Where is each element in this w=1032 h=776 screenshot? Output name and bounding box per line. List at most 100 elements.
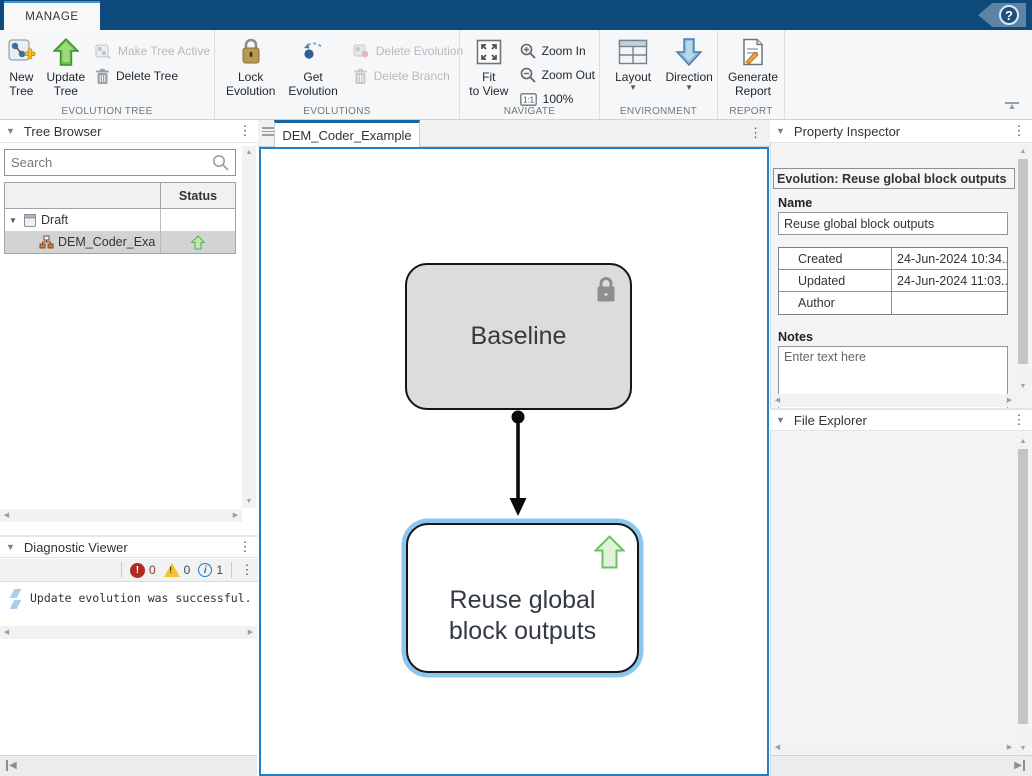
evolution-canvas[interactable]: Baseline Reuse global block outputs xyxy=(259,147,769,776)
tree-row-draft-label: Draft xyxy=(41,213,68,227)
fit-to-view-button[interactable]: Fitto View xyxy=(469,36,509,98)
tab-grip-icon[interactable] xyxy=(262,127,274,136)
info-marker-icon xyxy=(10,589,22,598)
diagnostic-viewer-collapse-icon[interactable]: ▼ xyxy=(6,542,15,552)
error-filter-button[interactable]: ! 0 xyxy=(130,563,156,578)
node-reuse-global-block-outputs[interactable]: Reuse global block outputs xyxy=(406,523,639,673)
zoom-in-icon xyxy=(520,43,536,59)
make-tree-active-button[interactable]: Make Tree Active xyxy=(95,42,210,60)
section-label-report: REPORT xyxy=(718,106,784,117)
tree-node-icon xyxy=(39,235,54,249)
table-row: Created 24-Jun-2024 10:34... xyxy=(779,248,1007,270)
file-explorer-menu-icon[interactable]: ⋮ xyxy=(1012,412,1026,428)
lock-icon xyxy=(594,275,618,303)
section-evolution-tree: NewTree UpdateTree Make Tree Active Dele… xyxy=(0,30,215,119)
status-up-arrow-icon xyxy=(191,235,205,250)
generate-report-label-1: Generate xyxy=(728,70,778,84)
property-inspector-vscrollbar[interactable]: ▲▼ xyxy=(1016,145,1030,393)
delete-evolution-label: Delete Evolution xyxy=(376,44,463,58)
get-evolution-label-2: Evolution xyxy=(288,84,337,98)
lock-evolution-label-1: Lock xyxy=(238,70,263,84)
author-value[interactable] xyxy=(892,292,1007,314)
tree-browser-vscrollbar[interactable]: ▲▼ xyxy=(242,146,256,508)
tree-table: Status ▼ Draft DEM_Coder_Exa xyxy=(4,182,236,254)
tree-browser-title: Tree Browser xyxy=(24,124,102,139)
ribbon-collapse-icon[interactable]: ▲ xyxy=(1004,101,1020,113)
zoom-level-label: 100% xyxy=(543,92,574,106)
file-explorer-hscrollbar[interactable]: ◀▶ xyxy=(771,741,1016,754)
delete-tree-label: Delete Tree xyxy=(116,69,178,83)
tree-row-dem-coder-label: DEM_Coder_Exa xyxy=(58,235,155,249)
warning-filter-button[interactable]: 0 xyxy=(164,563,191,577)
collapse-right-panel-icon[interactable]: ▶ xyxy=(1014,760,1025,771)
diagnostic-hscrollbar[interactable]: ◀▶ xyxy=(0,626,257,639)
node-baseline[interactable]: Baseline xyxy=(405,263,632,410)
zoom-out-button[interactable]: Zoom Out xyxy=(520,66,595,84)
help-icon[interactable]: ? xyxy=(999,5,1019,25)
direction-button[interactable]: Direction ▼ xyxy=(664,36,714,91)
divider xyxy=(121,562,122,578)
zoom-out-label: Zoom Out xyxy=(542,68,595,82)
update-tree-label-2: Tree xyxy=(54,84,78,98)
trash-icon xyxy=(95,68,110,85)
direction-caret-icon: ▼ xyxy=(685,85,693,91)
tree-browser-hscrollbar[interactable]: ◀▶ xyxy=(0,509,242,522)
direction-icon xyxy=(675,36,703,68)
delete-tree-button[interactable]: Delete Tree xyxy=(95,67,210,85)
info-marker-icon xyxy=(10,600,22,609)
collapse-left-panel-icon[interactable]: ◀ xyxy=(6,760,17,771)
green-up-arrow-icon xyxy=(594,535,625,569)
property-inspector-menu-icon[interactable]: ⋮ xyxy=(1012,123,1026,139)
get-evolution-button[interactable]: GetEvolution xyxy=(288,36,337,98)
diagnostic-viewer-title: Diagnostic Viewer xyxy=(24,540,128,555)
tree-row-draft-status xyxy=(161,209,235,231)
new-tree-button[interactable]: NewTree xyxy=(3,36,40,98)
created-value: 24-Jun-2024 10:34... xyxy=(892,248,1007,269)
generate-report-button[interactable]: GenerateReport xyxy=(725,36,781,98)
document-tab-menu-icon[interactable]: ⋮ xyxy=(749,125,762,141)
property-inspector-hscrollbar[interactable]: ◀▶ xyxy=(771,394,1016,407)
name-input[interactable] xyxy=(778,212,1008,235)
draft-expand-icon[interactable]: ▼ xyxy=(9,216,19,225)
search-icon[interactable] xyxy=(206,154,235,171)
layout-caret-icon: ▼ xyxy=(629,85,637,91)
tab-dem-coder-example[interactable]: DEM_Coder_Example xyxy=(274,120,420,147)
node-baseline-label: Baseline xyxy=(471,321,567,352)
lock-evolution-icon xyxy=(239,36,263,68)
svg-text:1:1: 1:1 xyxy=(523,95,535,104)
document-tabbar: DEM_Coder_Example ⋮ xyxy=(258,120,770,147)
tree-row-dem-coder[interactable]: DEM_Coder_Exa xyxy=(5,231,235,253)
toolstrip: NewTree UpdateTree Make Tree Active Dele… xyxy=(0,30,1032,120)
warning-count: 0 xyxy=(184,563,191,577)
one-to-one-icon: 1:1 xyxy=(520,93,537,106)
tree-column-status: Status xyxy=(161,183,235,208)
right-bottom-bar: ▶ xyxy=(771,755,1032,776)
update-tree-button[interactable]: UpdateTree xyxy=(46,36,86,98)
diagnostic-viewer-menu-icon[interactable]: ⋮ xyxy=(238,539,252,555)
section-label-evolutions: EVOLUTIONS xyxy=(215,106,459,117)
delete-branch-button[interactable]: Delete Branch xyxy=(353,67,463,85)
diagnostic-message: Update evolution was successful. xyxy=(30,591,252,605)
file-explorer-vscrollbar[interactable]: ▲▼ xyxy=(1016,435,1030,755)
tree-search-input[interactable] xyxy=(5,155,206,170)
property-inspector-collapse-icon[interactable]: ▼ xyxy=(776,126,785,136)
layout-button[interactable]: Layout ▼ xyxy=(611,36,655,91)
file-explorer-collapse-icon[interactable]: ▼ xyxy=(776,415,785,425)
diagnostic-viewer-header: ▼ Diagnostic Viewer ⋮ xyxy=(0,535,258,558)
lock-evolution-button[interactable]: LockEvolution xyxy=(226,36,275,98)
property-inspector-title: Property Inspector xyxy=(794,124,900,139)
diagnostic-toolbar-menu-icon[interactable]: ⋮ xyxy=(240,562,254,578)
property-inspector-header: ▼ Property Inspector ⋮ xyxy=(770,120,1032,143)
info-filter-button[interactable]: i 1 xyxy=(198,563,223,577)
tab-manage[interactable]: MANAGE xyxy=(4,1,100,30)
tree-browser-menu-icon[interactable]: ⋮ xyxy=(238,123,252,139)
get-evolution-icon xyxy=(300,36,326,68)
file-explorer-title: File Explorer xyxy=(794,413,867,428)
tree-browser-collapse-icon[interactable]: ▼ xyxy=(6,126,15,136)
delete-branch-label: Delete Branch xyxy=(374,69,450,83)
tree-row-draft[interactable]: ▼ Draft xyxy=(5,209,235,231)
layout-icon xyxy=(618,36,648,68)
zoom-in-button[interactable]: Zoom In xyxy=(520,42,595,60)
delete-evolution-button[interactable]: Delete Evolution xyxy=(353,42,463,60)
fit-to-view-label-1: Fit xyxy=(482,70,495,84)
